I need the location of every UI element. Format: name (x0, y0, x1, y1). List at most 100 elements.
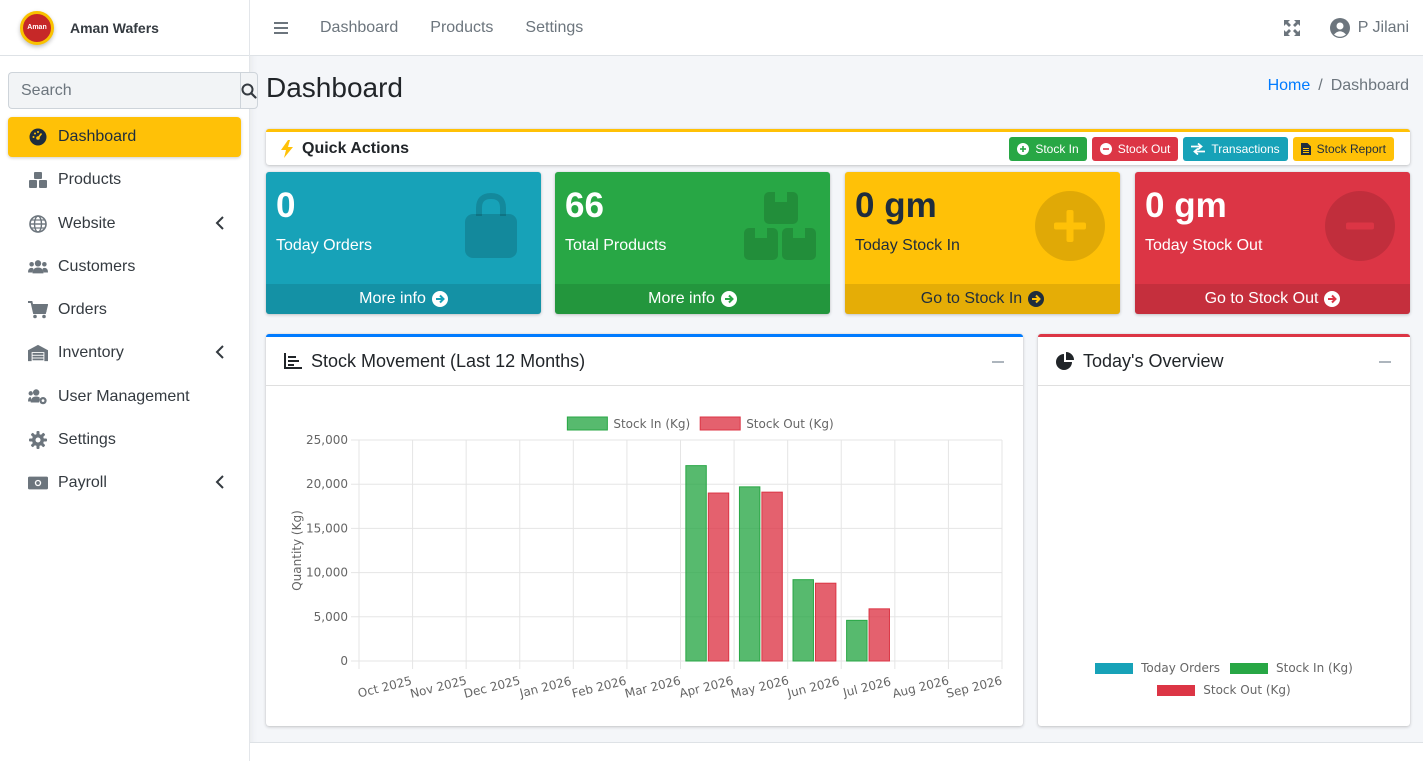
quick-actions-label: Quick Actions (302, 139, 409, 157)
sidebar-search (8, 72, 258, 109)
page-title: Dashboard (266, 72, 403, 103)
sidebar-item-label: Settings (58, 431, 116, 449)
total-products-box: 66 Total Products More info (555, 172, 830, 314)
total-products-more-info[interactable]: More info (555, 284, 830, 314)
sidebar-item-products[interactable]: Products (8, 160, 241, 200)
x-tick-label: Jul 2026 (841, 674, 893, 700)
bar (685, 465, 707, 662)
file-icon (1300, 143, 1311, 155)
users-icon (28, 257, 48, 277)
brand[interactable]: Aman Aman Wafers (0, 0, 249, 56)
stock-in-button[interactable]: Stock In (1009, 137, 1087, 161)
y-tick-label: 15,000 (306, 521, 348, 535)
hamburger-icon[interactable] (274, 21, 288, 35)
minus-circle-icon (1099, 143, 1112, 155)
cart-icon (28, 300, 48, 320)
go-to-stock-out-link[interactable]: Go to Stock Out (1135, 284, 1410, 314)
x-tick-label: Jun 2026 (785, 674, 841, 701)
chevron-left-icon (215, 345, 224, 360)
fullscreen-icon[interactable] (1283, 20, 1300, 36)
bar (846, 619, 868, 662)
transactions-button[interactable]: Transactions (1183, 137, 1288, 161)
search-button[interactable] (240, 72, 258, 109)
topnav-link-dashboard[interactable]: Dashboard (320, 19, 398, 37)
today-stock-in-box: 0 gm Today Stock In Go to Stock In (845, 172, 1120, 314)
x-tick-label: Aug 2026 (891, 673, 950, 701)
topnav-right: P Jilani (1283, 0, 1409, 56)
globe-icon (28, 214, 48, 234)
legend-item-stock-in[interactable]: Stock In (Kg) (1230, 661, 1353, 675)
user-menu[interactable]: P Jilani (1329, 18, 1409, 38)
go-to-stock-out-label: Go to Stock Out (1204, 290, 1319, 307)
breadcrumb: Home / Dashboard (1268, 77, 1409, 95)
stock-out-button[interactable]: Stock Out (1091, 137, 1179, 161)
sidebar-item-label: Products (58, 171, 122, 189)
arrow-circle-right-icon (1028, 291, 1045, 307)
sidebar-item-website[interactable]: Website (8, 204, 241, 244)
topnav-link-products[interactable]: Products (430, 19, 493, 37)
more-info-label: More info (648, 290, 715, 307)
users-cog-icon (28, 387, 48, 407)
sidebar-item-inventory[interactable]: Inventory (8, 333, 241, 373)
y-tick-label: 25,000 (306, 433, 348, 447)
arrow-circle-right-icon (720, 291, 737, 307)
quick-actions-title: Quick Actions (280, 139, 409, 158)
y-tick-label: 20,000 (306, 477, 348, 491)
y-tick-label: 5,000 (314, 610, 348, 624)
y-tick-label: 0 (340, 654, 348, 668)
bar (868, 608, 890, 662)
legend-label: Stock Out (Kg) (746, 417, 833, 431)
x-tick-label: Jan 2026 (517, 674, 573, 701)
more-info-label: More info (359, 290, 426, 307)
tachometer-icon (28, 127, 48, 147)
user-name: P Jilani (1357, 19, 1409, 36)
sidebar-nav: Dashboard Products Website Customers Ord… (0, 117, 249, 503)
sidebar-item-label: Dashboard (58, 128, 137, 145)
legend-label: Stock Out (Kg) (1203, 683, 1291, 697)
sidebar: Aman Aman Wafers Dashboard Products Webs… (0, 0, 258, 761)
stock-report-button[interactable]: Stock Report (1292, 137, 1394, 161)
boxes-icon (744, 192, 816, 260)
footer (250, 743, 1423, 761)
go-to-stock-in-link[interactable]: Go to Stock In (845, 284, 1120, 314)
legend-item-today-orders[interactable]: Today Orders (1095, 661, 1220, 675)
collapse-button[interactable] (992, 361, 1004, 363)
todays-overview-card: Today's Overview Today Orders Stock In (… (1038, 334, 1410, 726)
breadcrumb-separator: / (1318, 77, 1323, 94)
x-tick-label: Apr 2026 (678, 674, 735, 701)
sidebar-item-customers[interactable]: Customers (8, 247, 241, 287)
minus-circle-icon (1325, 191, 1395, 261)
legend-item-stock-out[interactable]: Stock Out (Kg) (1157, 683, 1291, 697)
sidebar-item-payroll[interactable]: Payroll (8, 463, 241, 503)
brand-logo: Aman (20, 10, 54, 45)
sidebar-item-dashboard[interactable]: Dashboard (8, 117, 241, 157)
sidebar-item-orders[interactable]: Orders (8, 290, 241, 330)
arrow-circle-right-icon (1324, 291, 1341, 307)
x-tick-label: Sep 2026 (945, 673, 1004, 700)
today-orders-more-info[interactable]: More info (266, 284, 541, 314)
chevron-left-icon (215, 215, 224, 230)
transactions-button-label: Transactions (1211, 142, 1280, 156)
sidebar-item-label: User Management (58, 387, 190, 405)
pie-legend: Today Orders Stock In (Kg) Stock Out (Kg… (1038, 661, 1410, 705)
search-input[interactable] (8, 72, 240, 109)
topnav-link-settings[interactable]: Settings (525, 19, 583, 37)
total-products-value: 66 (565, 186, 604, 225)
stock-movement-header: Stock Movement (Last 12 Months) (266, 337, 1023, 386)
bar (761, 491, 783, 662)
y-tick-label: 10,000 (306, 566, 348, 580)
sidebar-item-settings[interactable]: Settings (8, 420, 241, 460)
legend-label: Stock In (Kg) (1276, 661, 1353, 675)
plus-circle-icon (1017, 143, 1030, 155)
stock-report-button-label: Stock Report (1316, 142, 1386, 156)
sidebar-item-label: Payroll (58, 474, 107, 492)
breadcrumb-home[interactable]: Home (1268, 77, 1311, 94)
collapse-button[interactable] (1379, 361, 1391, 363)
todays-overview-header: Today's Overview (1038, 337, 1410, 386)
sidebar-item-user-management[interactable]: User Management (8, 377, 241, 417)
legend-swatch (566, 416, 608, 431)
x-tick-label: Mar 2026 (623, 673, 682, 700)
breadcrumb-current: Dashboard (1330, 77, 1409, 94)
x-tick-label: Nov 2025 (409, 673, 468, 701)
y-axis-label: Quantity (Kg) (290, 510, 304, 591)
